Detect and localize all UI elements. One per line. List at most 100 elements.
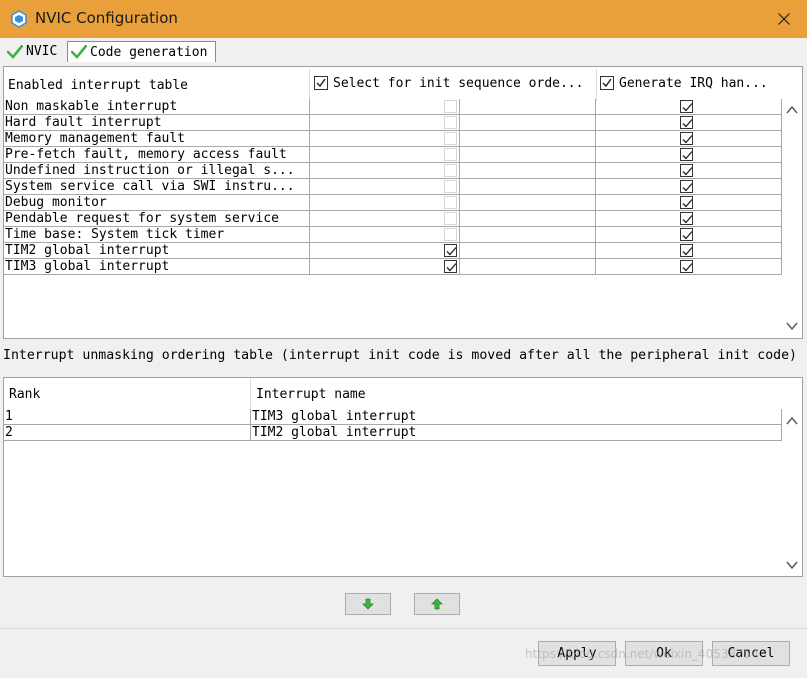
column-header-irq-handler[interactable]: Generate IRQ han...	[600, 67, 785, 99]
irq-handler-checkbox[interactable]	[680, 260, 693, 273]
init-sequence-checkbox	[444, 116, 457, 129]
check-icon	[446, 247, 457, 256]
header-checkbox-irq-handler[interactable]	[600, 76, 614, 90]
green-check-icon	[71, 45, 87, 59]
move-up-button[interactable]	[414, 593, 460, 615]
irq-handler-checkbox[interactable]	[680, 212, 693, 225]
check-icon	[682, 167, 693, 176]
check-icon	[682, 119, 693, 128]
tab-label: NVIC	[26, 44, 58, 59]
interrupt-name: Undefined instruction or illegal s...	[5, 163, 295, 178]
irq-handler-checkbox[interactable]	[680, 100, 693, 113]
column-header-label: Rank	[9, 386, 41, 402]
init-sequence-checkbox	[444, 132, 457, 145]
column-header-rank[interactable]: Rank	[9, 378, 249, 410]
init-sequence-checkbox	[444, 228, 457, 241]
check-icon	[682, 199, 693, 208]
interrupt-name: TIM3 global interrupt	[5, 259, 170, 274]
check-icon	[682, 151, 693, 160]
interrupt-name: System service call via SWI instru...	[5, 179, 295, 194]
init-sequence-checkbox	[444, 100, 457, 113]
move-down-button[interactable]	[345, 593, 391, 615]
table-row[interactable]: System service call via SWI instru...	[4, 179, 781, 195]
table-row[interactable]: 1 TIM3 global interrupt	[4, 409, 781, 425]
interrupt-name-cell: TIM3 global interrupt	[252, 409, 417, 424]
table-row[interactable]: TIM3 global interrupt	[4, 259, 781, 275]
irq-handler-checkbox[interactable]	[680, 132, 693, 145]
interrupt-name: Hard fault interrupt	[5, 115, 162, 130]
scroll-up-icon[interactable]	[786, 416, 798, 426]
table-row[interactable]: Undefined instruction or illegal s...	[4, 163, 781, 179]
table-row[interactable]: Hard fault interrupt	[4, 115, 781, 131]
table-row[interactable]: 2 TIM2 global interrupt	[4, 425, 781, 441]
table-row[interactable]: Debug monitor	[4, 195, 781, 211]
column-header-label: Interrupt name	[256, 386, 366, 402]
init-sequence-checkbox	[444, 164, 457, 177]
interrupt-name: Debug monitor	[5, 195, 107, 210]
tab-label: Code generation	[90, 44, 208, 60]
table-row[interactable]: Non maskable interrupt	[4, 99, 781, 115]
irq-handler-checkbox[interactable]	[680, 196, 693, 209]
check-icon	[682, 263, 693, 272]
green-arrow-up-icon	[431, 598, 443, 610]
check-icon	[682, 183, 693, 192]
init-sequence-checkbox	[444, 180, 457, 193]
irq-handler-checkbox[interactable]	[680, 116, 693, 129]
table-row[interactable]: Pre-fetch fault, memory access fault	[4, 147, 781, 163]
irq-handler-checkbox[interactable]	[680, 148, 693, 161]
column-header-label: Select for init sequence orde...	[333, 75, 584, 91]
check-icon	[682, 135, 693, 144]
interrupt-name: Pre-fetch fault, memory access fault	[5, 147, 287, 162]
title-bar: NVIC Configuration	[0, 0, 807, 38]
tab-nvic[interactable]: NVIC	[4, 41, 66, 62]
check-icon	[446, 263, 457, 272]
interrupt-name-cell: TIM2 global interrupt	[252, 425, 417, 440]
table-row[interactable]: Time base: System tick timer	[4, 227, 781, 243]
rank-cell: 1	[5, 409, 13, 424]
header-checkbox-init-sequence[interactable]	[314, 76, 328, 90]
init-sequence-checkbox	[444, 148, 457, 161]
column-header-name[interactable]: Enabled interrupt table	[8, 69, 308, 101]
irq-handler-checkbox[interactable]	[680, 244, 693, 257]
table-row[interactable]: Pendable request for system service	[4, 211, 781, 227]
check-icon	[602, 78, 612, 88]
init-sequence-checkbox	[444, 196, 457, 209]
irq-handler-checkbox[interactable]	[680, 180, 693, 193]
scroll-up-icon[interactable]	[786, 105, 798, 115]
irq-handler-checkbox[interactable]	[680, 228, 693, 241]
tab-code-generation[interactable]: Code generation	[67, 41, 216, 62]
table-row[interactable]: TIM2 global interrupt	[4, 243, 781, 259]
init-sequence-checkbox[interactable]	[444, 260, 457, 273]
interrupt-name: Memory management fault	[5, 131, 186, 146]
column-header-label: Generate IRQ han...	[619, 75, 768, 91]
window-title: NVIC Configuration	[35, 9, 178, 27]
table-row[interactable]: Memory management fault	[4, 131, 781, 147]
column-header-init-sequence[interactable]: Select for init sequence orde...	[314, 67, 599, 99]
cube-icon	[11, 10, 27, 28]
ordering-caption: Interrupt unmasking ordering table (inte…	[3, 348, 797, 363]
scroll-down-icon[interactable]	[786, 321, 798, 331]
column-header-interrupt-name[interactable]: Interrupt name	[256, 378, 776, 410]
check-icon	[682, 231, 693, 240]
close-button[interactable]	[761, 0, 807, 38]
interrupt-name: TIM2 global interrupt	[5, 243, 170, 258]
init-sequence-checkbox[interactable]	[444, 244, 457, 257]
init-sequence-checkbox	[444, 212, 457, 225]
green-check-icon	[7, 44, 23, 59]
watermark: https://blog.csdn.net/weixin_40538754	[525, 647, 760, 661]
interrupt-name: Non maskable interrupt	[5, 99, 178, 114]
check-icon	[682, 103, 693, 112]
interrupt-name: Time base: System tick timer	[5, 227, 225, 242]
tab-bar: NVIC Code generation	[0, 38, 807, 64]
irq-handler-checkbox[interactable]	[680, 164, 693, 177]
rank-cell: 2	[5, 425, 13, 440]
enabled-interrupt-table: Enabled interrupt table Select for init …	[3, 66, 803, 339]
interrupt-name: Pendable request for system service	[5, 211, 279, 226]
scroll-down-icon[interactable]	[786, 560, 798, 570]
green-arrow-down-icon	[362, 598, 374, 610]
check-icon	[682, 247, 693, 256]
close-icon	[778, 13, 790, 25]
column-header-label: Enabled interrupt table	[8, 77, 189, 93]
check-icon	[682, 215, 693, 224]
interrupt-ordering-table: Rank Interrupt name 1 TIM3 global interru…	[3, 377, 803, 577]
